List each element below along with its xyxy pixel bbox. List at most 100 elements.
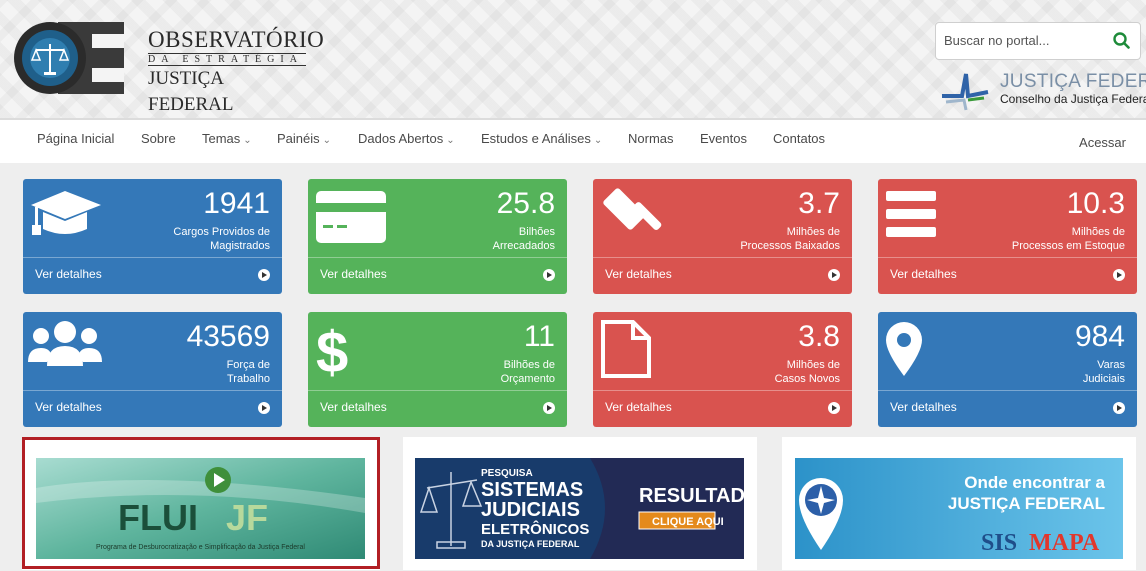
stat-value: 3.8 [798, 320, 840, 353]
stat-label-line1: Milhões de [1071, 226, 1125, 238]
stat-label-line1: Milhões de [786, 226, 840, 238]
details-link[interactable]: Ver detalhes [890, 400, 957, 414]
jf-subtitle: Conselho da Justiça Federal [1000, 92, 1146, 106]
arrow-circle-right-icon[interactable] [258, 402, 270, 414]
card-footer[interactable]: Ver detalhes [878, 257, 1137, 294]
card-footer[interactable]: Ver detalhes [878, 390, 1137, 427]
search-icon[interactable] [1112, 31, 1130, 49]
stat-value: 43569 [186, 320, 270, 353]
stat-label: Varas Judiciais [975, 358, 1125, 386]
stat-label-line2: Arrecadados [492, 240, 555, 252]
users-icon [28, 321, 102, 366]
pesquisa-line2: JUDICIAIS [481, 499, 580, 521]
search-box [935, 22, 1141, 60]
pesquisa-sistemas-banner[interactable]: PESQUISA SISTEMAS JUDICIAIS ELETRÔNICOS … [415, 458, 744, 559]
details-link[interactable]: Ver detalhes [35, 400, 102, 414]
stat-label-line2: Magistrados [210, 240, 270, 252]
nav-item-contatos[interactable]: Contatos [773, 131, 825, 146]
justica-federal-brand[interactable]: JUSTIÇA FEDERAL Conselho da Justiça Fede… [1000, 72, 1146, 107]
nav-item-pagina-inicial[interactable]: Página Inicial [37, 131, 114, 146]
stat-card-processos-baixados[interactable]: 3.7 Milhões de Processos Baixados Ver det… [593, 179, 852, 294]
stat-label-line2: Trabalho [226, 373, 270, 385]
stat-label: Força de Trabalho [120, 358, 270, 386]
details-link[interactable]: Ver detalhes [320, 400, 387, 414]
chevron-down-icon: ⌄ [593, 135, 603, 146]
stat-label-line1: Varas [1097, 359, 1125, 371]
pesquisa-line1: SISTEMAS [481, 479, 583, 501]
card-footer[interactable]: Ver detalhes [23, 257, 282, 294]
nav-label: Estudos e Análises [481, 131, 591, 146]
arrow-circle-right-icon[interactable] [543, 269, 555, 281]
list-icon [886, 191, 936, 237]
nav-item-estudos-analises[interactable]: Estudos e Análises ⌄ [481, 131, 602, 146]
sismapa-brand-a: SIS [981, 530, 1017, 556]
login-link[interactable]: Acessar [1079, 135, 1126, 150]
details-link[interactable]: Ver detalhes [320, 267, 387, 281]
arrow-circle-right-icon[interactable] [828, 402, 840, 414]
nav-item-paineis[interactable]: Painéis ⌄ [277, 131, 331, 146]
stat-label-line2: Casos Novos [774, 373, 840, 385]
nav-item-temas[interactable]: Temas ⌄ [202, 131, 252, 146]
stat-value: 25.8 [496, 187, 555, 220]
nav-label: Sobre [141, 131, 176, 146]
card-footer[interactable]: Ver detalhes [593, 257, 852, 294]
arrow-circle-right-icon[interactable] [1113, 402, 1125, 414]
nav-label: Dados Abertos [358, 131, 444, 146]
stat-label-line2: Judiciais [1082, 373, 1125, 385]
resultado-label: RESULTADO [639, 485, 744, 507]
sismapa-line2: JUSTIÇA FEDERAL [948, 494, 1105, 513]
justica-federal-logo-icon[interactable] [940, 70, 990, 112]
nav-label: Contatos [773, 131, 826, 146]
logo-title: OBSERVATÓRIO [148, 27, 325, 52]
card-footer[interactable]: Ver detalhes [308, 390, 567, 427]
stat-value: 984 [1074, 320, 1125, 353]
nav-label: Eventos [700, 131, 747, 146]
details-link[interactable]: Ver detalhes [35, 267, 102, 281]
stat-card-magistrados[interactable]: 1941 Cargos Providos de Magistrados Ver d… [23, 179, 282, 294]
arrow-circle-right-icon[interactable] [828, 269, 840, 281]
arrow-circle-right-icon[interactable] [258, 269, 270, 281]
sismapa-banner[interactable]: Onde encontrar a JUSTIÇA FEDERAL SIS MAP… [795, 458, 1123, 559]
sismapa-line1: Onde encontrar a [964, 473, 1105, 492]
details-link[interactable]: Ver detalhes [890, 267, 957, 281]
oe-logo[interactable] [12, 20, 130, 96]
nav-label: Painéis [277, 131, 320, 146]
stat-card-forca-trabalho[interactable]: 43569 Força de Trabalho Ver detalhes [23, 312, 282, 427]
stat-card-varas[interactable]: 984 Varas Judiciais Ver detalhes [878, 312, 1137, 427]
logo-subtitle: DA ESTRATÉGIA [148, 53, 306, 66]
search-input[interactable] [942, 32, 1106, 49]
card-footer[interactable]: Ver detalhes [23, 390, 282, 427]
site-header: OBSERVATÓRIO DA ESTRATÉGIA JUSTIÇA FEDER… [0, 0, 1146, 119]
stat-value: 11 [523, 320, 555, 353]
nav-label: Normas [628, 131, 674, 146]
nav-item-dados-abertos[interactable]: Dados Abertos ⌄ [358, 131, 455, 146]
stat-label-line2: Orçamento [500, 373, 555, 385]
stat-card-orcamento[interactable]: $ 11 Bilhões de Orçamento Ver detalhes [308, 312, 567, 427]
card-footer[interactable]: Ver detalhes [593, 390, 852, 427]
nav-item-normas[interactable]: Normas [628, 131, 674, 146]
details-link[interactable]: Ver detalhes [605, 400, 672, 414]
stat-card-casos-novos[interactable]: 3.8 Milhões de Casos Novos Ver detalhes [593, 312, 852, 427]
stat-label-line2: Processos Baixados [740, 240, 840, 252]
arrow-circle-right-icon[interactable] [1113, 269, 1125, 281]
stat-label-line1: Força de [226, 359, 270, 371]
main-nav: Página Inicial Sobre Temas ⌄ Painéis ⌄ Dad… [0, 118, 1146, 163]
document-icon [601, 320, 651, 378]
chevron-down-icon: ⌄ [446, 135, 455, 146]
stat-label: Cargos Providos de Magistrados [120, 225, 270, 253]
stat-label: Bilhões Arrecadados [405, 225, 555, 253]
stat-label: Milhões de Processos Baixados [690, 225, 840, 253]
pesquisa-kicker: PESQUISA [481, 468, 533, 479]
arrow-circle-right-icon[interactable] [543, 402, 555, 414]
nav-item-sobre[interactable]: Sobre [141, 131, 176, 146]
nav-item-eventos[interactable]: Eventos [700, 131, 747, 146]
stat-value: 3.7 [798, 187, 840, 220]
map-marker-icon [886, 322, 922, 376]
stat-card-arrecadados[interactable]: 25.8 Bilhões Arrecadados Ver detalhes [308, 179, 567, 294]
card-footer[interactable]: Ver detalhes [308, 257, 567, 294]
details-link[interactable]: Ver detalhes [605, 267, 672, 281]
stat-card-processos-estoque[interactable]: 10.3 Milhões de Processos em Estoque Ver … [878, 179, 1137, 294]
highlight-frame [22, 437, 380, 569]
stat-label: Milhões de Casos Novos [690, 358, 840, 386]
stat-value: 10.3 [1066, 187, 1125, 220]
